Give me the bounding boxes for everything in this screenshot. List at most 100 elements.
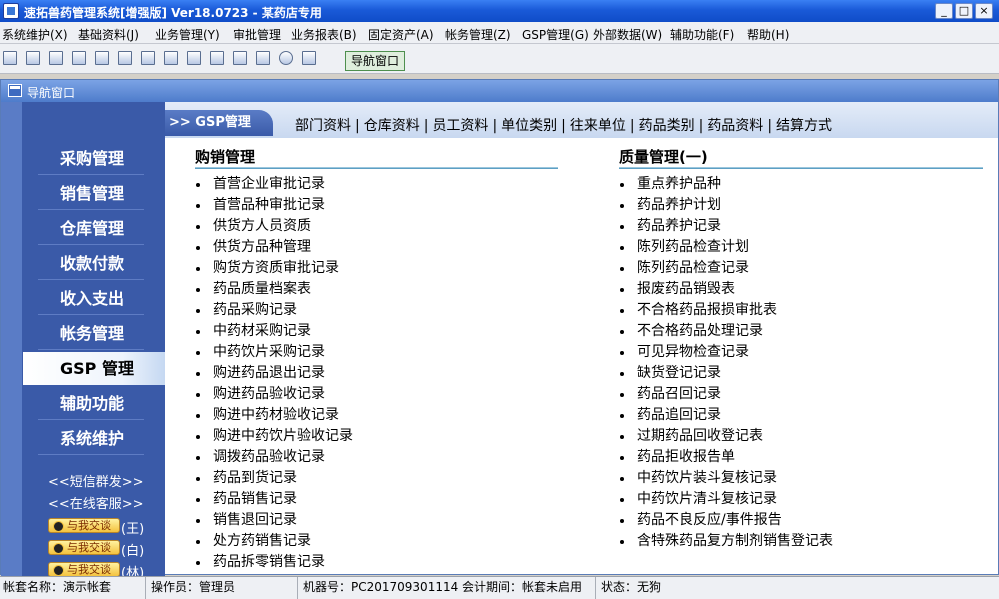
quality-item[interactable]: 报废药品销毁表 — [620, 279, 833, 300]
quick-link-partners[interactable]: 往来单位 — [570, 118, 626, 134]
menu-business[interactable]: 业务管理(Y) — [155, 26, 220, 43]
menu-reports[interactable]: 业务报表(B) — [291, 26, 357, 43]
quality-item[interactable]: 不合格药品报损审批表 — [620, 300, 833, 321]
purchase-sales-item[interactable]: 调拨药品验收记录 — [196, 447, 353, 468]
exit-icon[interactable] — [302, 51, 316, 65]
save-icon[interactable] — [233, 51, 247, 65]
purchase-sales-item[interactable]: 首营企业审批记录 — [196, 174, 353, 195]
nav-window-button[interactable]: 导航窗口 — [345, 51, 405, 71]
window-icon[interactable] — [26, 51, 40, 65]
quality-item[interactable]: 药品拒收报告单 — [620, 447, 833, 468]
sidebar-item-payments[interactable]: 收款付款 — [38, 247, 144, 280]
users-icon[interactable] — [141, 51, 155, 65]
purchase-sales-item[interactable]: 供货方品种管理 — [196, 237, 353, 258]
purchase-sales-item[interactable]: 首营品种审批记录 — [196, 195, 353, 216]
menu-system[interactable]: 系统维护(X) — [2, 26, 68, 43]
menu-help[interactable]: 帮助(H) — [747, 26, 789, 43]
purchase-sales-item[interactable]: 药品到货记录 — [196, 468, 353, 489]
sidebar-item-tools[interactable]: 辅助功能 — [38, 387, 144, 420]
window-icon — [8, 84, 22, 97]
purchase-sales-item[interactable]: 中药饮片采购记录 — [196, 342, 353, 363]
menu-gsp[interactable]: GSP管理(G) — [522, 26, 589, 43]
quick-link-settlement[interactable]: 结算方式 — [776, 118, 832, 134]
purchase-sales-item[interactable]: 购货方资质审批记录 — [196, 258, 353, 279]
sidebar-item-warehouse[interactable]: 仓库管理 — [38, 212, 144, 245]
purchase-sales-item[interactable]: 处方药销售记录 — [196, 531, 353, 552]
quality-item[interactable]: 陈列药品检查记录 — [620, 258, 833, 279]
quick-link-warehouses[interactable]: 仓库资料 — [364, 118, 420, 134]
nav-window: 导航窗口 采购管理 销售管理 仓库管理 收款付款 收入支出 帐务管理 GSP 管… — [0, 79, 999, 576]
sidebar-item-purchase[interactable]: 采购管理 — [38, 142, 144, 175]
quality-item[interactable]: 缺货登记记录 — [620, 363, 833, 384]
close-button[interactable]: × — [975, 3, 993, 19]
purchase-sales-item[interactable]: 药品采购记录 — [196, 300, 353, 321]
quality-item[interactable]: 含特殊药品复方制剂销售登记表 — [620, 531, 833, 552]
keyboard-icon[interactable] — [210, 51, 224, 65]
print-icon[interactable] — [256, 51, 270, 65]
toolbox-icon[interactable] — [49, 51, 63, 65]
grid-icon[interactable] — [3, 51, 17, 65]
quality-divider — [619, 167, 983, 169]
quick-link-unit-types[interactable]: 单位类别 — [501, 118, 557, 134]
edit-icon[interactable] — [187, 51, 201, 65]
sidebar-item-income-expense[interactable]: 收入支出 — [38, 282, 144, 315]
quality-item[interactable]: 药品不良反应/事件报告 — [620, 510, 833, 531]
quality-item[interactable]: 中药饮片装斗复核记录 — [620, 468, 833, 489]
quick-link-drug-categories[interactable]: 药品类别 — [639, 118, 695, 134]
menu-external-data[interactable]: 外部数据(W) — [593, 26, 662, 43]
purchase-sales-item[interactable]: 药品拆零销售记录 — [196, 552, 353, 573]
chart-icon[interactable] — [95, 51, 109, 65]
quality-item[interactable]: 药品养护记录 — [620, 216, 833, 237]
menu-fixed-assets[interactable]: 固定资产(A) — [368, 26, 434, 43]
status-account: 帐套名称：演示帐套 — [0, 577, 146, 599]
help-icon[interactable] — [279, 51, 293, 65]
qq-contact-name: (王) — [121, 522, 145, 537]
quality-item[interactable]: 陈列药品检查计划 — [620, 237, 833, 258]
status-operator: 操作员：管理员 — [148, 577, 298, 599]
status-machine: 机器号：PC201709301114 会计期间：帐套未启用 — [300, 577, 596, 599]
card-icon[interactable] — [72, 51, 86, 65]
quality-item[interactable]: 过期药品回收登记表 — [620, 426, 833, 447]
purchase-sales-item[interactable]: 药品质量档案表 — [196, 279, 353, 300]
quality-item[interactable]: 可见异物检查记录 — [620, 342, 833, 363]
menu-accounts[interactable]: 帐务管理(Z) — [445, 26, 511, 43]
quick-link-drugs[interactable]: 药品资料 — [707, 118, 763, 134]
purchase-sales-item[interactable]: 供货方人员资质 — [196, 216, 353, 237]
menu-bar: 系统维护(X) 基础资料(J) 业务管理(Y) 审批管理 业务报表(B) 固定资… — [0, 22, 999, 44]
purchase-sales-item[interactable]: 销售退回记录 — [196, 510, 353, 531]
qq-chat-lin[interactable]: 与我交谈 (林) — [48, 562, 144, 576]
status-bar: 帐套名称：演示帐套 操作员：管理员 机器号：PC201709301114 会计期… — [0, 576, 999, 599]
nav-window-title: 导航窗口 — [27, 86, 76, 100]
qq-chat-bai[interactable]: 与我交谈 (白) — [48, 540, 144, 559]
sidebar-item-system[interactable]: 系统维护 — [38, 422, 144, 455]
purchase-sales-item[interactable]: 药品销售记录 — [196, 489, 353, 510]
menu-tools[interactable]: 辅助功能(F) — [670, 26, 734, 43]
purchase-sales-item[interactable]: 购进中药材验收记录 — [196, 405, 353, 426]
quick-link-departments[interactable]: 部门资料 — [295, 118, 351, 134]
purchase-sales-item[interactable]: 购进药品验收记录 — [196, 384, 353, 405]
menu-basic-data[interactable]: 基础资料(J) — [78, 26, 139, 43]
nav-window-caption: 导航窗口 — [1, 80, 998, 102]
sms-link[interactable]: <<短信群发>> — [48, 471, 144, 490]
sidebar-item-sales[interactable]: 销售管理 — [38, 177, 144, 210]
sidebar-item-accounts[interactable]: 帐务管理 — [38, 317, 144, 350]
purchase-sales-item[interactable]: 购进药品退出记录 — [196, 363, 353, 384]
folder-icon[interactable] — [164, 51, 178, 65]
quality-item[interactable]: 药品召回记录 — [620, 384, 833, 405]
quality-item[interactable]: 重点养护品种 — [620, 174, 833, 195]
menu-approval[interactable]: 审批管理 — [233, 26, 281, 43]
quality-item[interactable]: 药品追回记录 — [620, 405, 833, 426]
purchase-sales-item[interactable]: 中药材采购记录 — [196, 321, 353, 342]
link-icon[interactable] — [118, 51, 132, 65]
qq-chat-wang[interactable]: 与我交谈 (王) — [48, 518, 145, 537]
minimize-button[interactable]: _ — [935, 3, 953, 19]
quick-link-employees[interactable]: 员工资料 — [432, 118, 488, 134]
quality-item[interactable]: 药品养护计划 — [620, 195, 833, 216]
quality-item[interactable]: 不合格药品处理记录 — [620, 321, 833, 342]
quality-item[interactable]: 中药饮片清斗复核记录 — [620, 489, 833, 510]
online-service-link[interactable]: <<在线客服>> — [48, 493, 144, 512]
qq-contact-name: (林) — [121, 566, 145, 576]
purchase-sales-item[interactable]: 购进中药饮片验收记录 — [196, 426, 353, 447]
sidebar-item-gsp[interactable]: GSP 管理 — [23, 352, 165, 385]
maximize-button[interactable]: □ — [955, 3, 973, 19]
